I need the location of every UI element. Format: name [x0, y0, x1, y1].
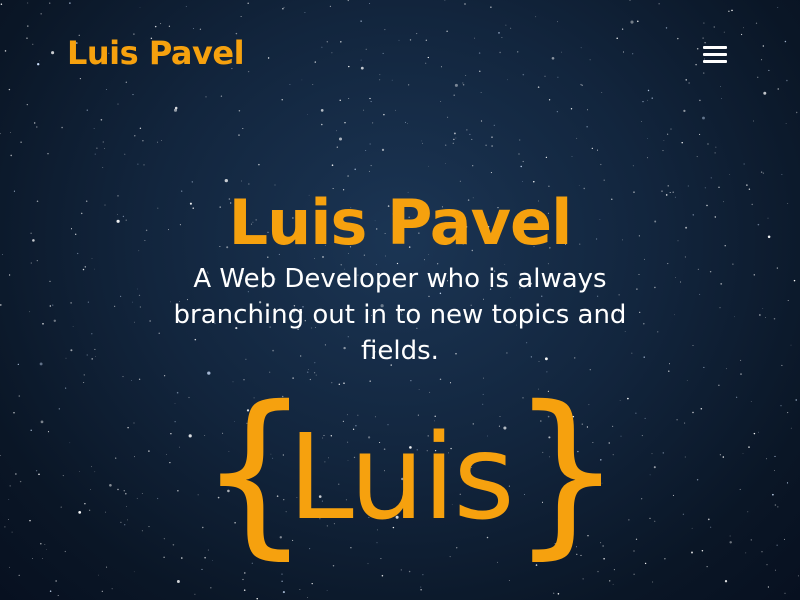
logo-close-brace: }	[510, 368, 624, 575]
hero-tagline: A Web Developer who is always branching …	[173, 264, 627, 366]
hero-section: Luis Pavel A Web Developer who is always…	[0, 185, 800, 369]
logo-word: Luis	[288, 408, 515, 546]
hamburger-menu-icon	[703, 46, 727, 63]
hero-title: Luis Pavel	[228, 186, 573, 259]
logo-mark: { Luis }	[190, 372, 623, 592]
navbar: Luis Pavel	[0, 0, 800, 106]
brand-link[interactable]: Luis Pavel	[67, 31, 245, 75]
menu-toggle-button[interactable]	[697, 40, 733, 70]
